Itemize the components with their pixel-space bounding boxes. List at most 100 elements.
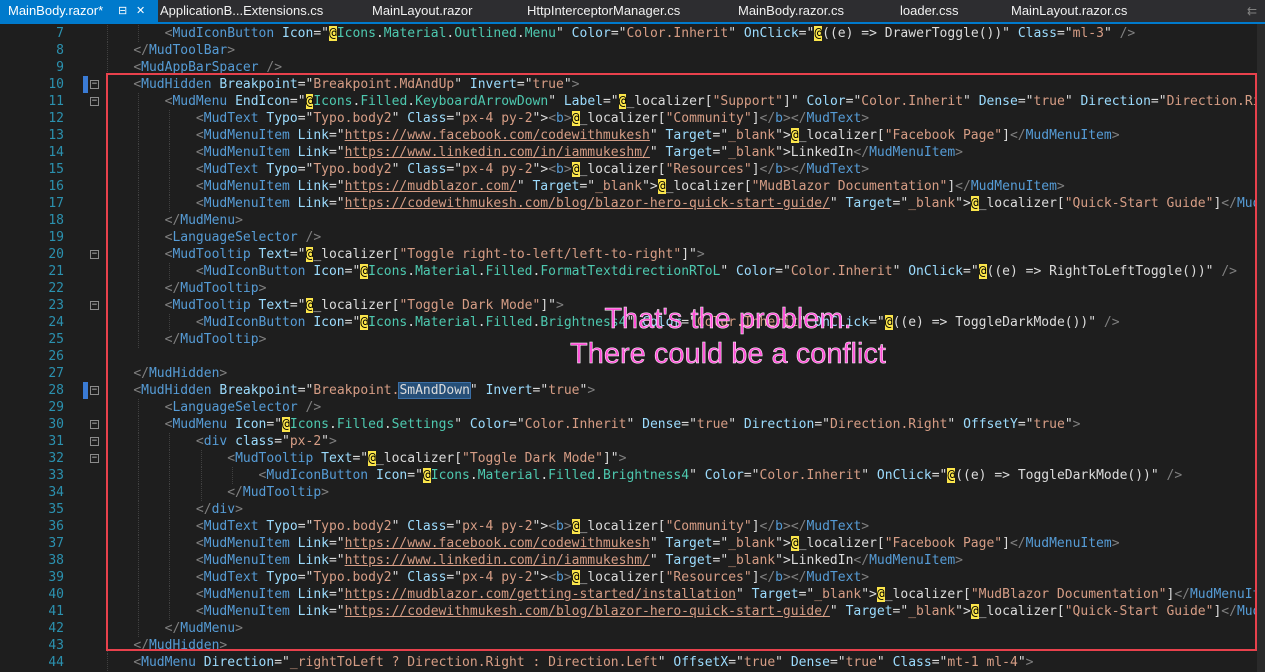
pin-icon[interactable]: ⊟ bbox=[118, 0, 127, 22]
tab-4[interactable]: MainBody.razor.cs bbox=[738, 0, 844, 22]
tab-0[interactable]: MainBody.razor* ⊟ ✕ bbox=[0, 0, 158, 22]
collapse-icon[interactable]: − bbox=[90, 454, 99, 463]
line-number: 29 bbox=[48, 400, 64, 415]
tab-6[interactable]: MainLayout.razor.cs bbox=[1011, 0, 1127, 22]
code-line[interactable]: 21 <MudIconButton Icon="@Icons.Material.… bbox=[0, 263, 1265, 280]
line-number: 27 bbox=[48, 366, 64, 381]
code-line[interactable]: 8 </MudToolBar> bbox=[0, 42, 1265, 59]
code-text: <MudIconButton Icon="@Icons.Material.Out… bbox=[164, 26, 1136, 41]
code-text: <MudMenuItem Link="https://www.linkedin.… bbox=[195, 145, 963, 160]
code-line[interactable]: 30 − <MudMenu Icon="@Icons.Filled.Setting… bbox=[0, 416, 1265, 433]
collapse-icon[interactable]: − bbox=[90, 437, 99, 446]
document-tab-bar: MainBody.razor* ⊟ ✕ ApplicationB...Extensio… bbox=[0, 0, 1265, 24]
collapse-icon[interactable]: − bbox=[90, 420, 99, 429]
code-line[interactable]: 37 <MudMenuItem Link="https://www.facebo… bbox=[0, 535, 1265, 552]
tab-5[interactable]: loader.css bbox=[900, 0, 959, 22]
code-line[interactable]: 31 − <div class="px-2"> bbox=[0, 433, 1265, 450]
code-text: <MudMenuItem Link="https://codewithmukes… bbox=[195, 196, 1265, 211]
code-line[interactable]: 29 <LanguageSelector /> bbox=[0, 399, 1265, 416]
tab-label: loader.css bbox=[900, 3, 959, 18]
code-text: <div class="px-2"> bbox=[195, 434, 337, 449]
code-line[interactable]: 18 </MudMenu> bbox=[0, 212, 1265, 229]
code-text: <MudMenuItem Link="https://www.linkedin.… bbox=[195, 553, 963, 568]
line-number: 14 bbox=[48, 145, 64, 160]
line-number: 39 bbox=[48, 570, 64, 585]
line-number: 22 bbox=[48, 281, 64, 296]
code-line[interactable]: 13 <MudMenuItem Link="https://www.facebo… bbox=[0, 127, 1265, 144]
line-number: 38 bbox=[48, 553, 64, 568]
annotation-line-2: There could be a conflict bbox=[570, 338, 886, 371]
code-line[interactable]: 42 </MudMenu> bbox=[0, 620, 1265, 637]
code-line[interactable]: 34 </MudTooltip> bbox=[0, 484, 1265, 501]
code-line[interactable]: 20 − <MudTooltip Text="@_localizer["Toggl… bbox=[0, 246, 1265, 263]
line-number: 15 bbox=[48, 162, 64, 177]
code-text: <MudText Typo="Typo.body2" Class="px-4 p… bbox=[195, 111, 870, 126]
code-text: <MudMenuItem Link="https://mudblazor.com… bbox=[195, 587, 1265, 602]
code-line[interactable]: 14 <MudMenuItem Link="https://www.linked… bbox=[0, 144, 1265, 161]
code-text: <MudText Typo="Typo.body2" Class="px-4 p… bbox=[195, 162, 870, 177]
collapse-icon[interactable]: − bbox=[90, 250, 99, 259]
code-line[interactable]: 7 <MudIconButton Icon="@Icons.Material.O… bbox=[0, 25, 1265, 42]
collapse-icon[interactable]: − bbox=[90, 80, 99, 89]
tab-label: MainBody.razor.cs bbox=[738, 3, 844, 18]
annotation-line-1: That's the problem. bbox=[604, 303, 852, 336]
code-line[interactable]: 32 − <MudTooltip Text="@_localizer["Toggl… bbox=[0, 450, 1265, 467]
line-number: 40 bbox=[48, 587, 64, 602]
code-line[interactable]: 36 <MudText Typo="Typo.body2" Class="px-… bbox=[0, 518, 1265, 535]
code-line[interactable]: 11 − <MudMenu EndIcon="@Icons.Filled.Keyb… bbox=[0, 93, 1265, 110]
code-line[interactable]: 41 <MudMenuItem Link="https://codewithmu… bbox=[0, 603, 1265, 620]
collapse-icon[interactable]: − bbox=[90, 301, 99, 310]
code-text: <MudTooltip Text="@_localizer["Toggle Da… bbox=[227, 451, 627, 466]
code-line[interactable]: 39 <MudText Typo="Typo.body2" Class="px-… bbox=[0, 569, 1265, 586]
vertical-scrollbar[interactable] bbox=[1257, 24, 1265, 672]
code-line[interactable]: 17 <MudMenuItem Link="https://codewithmu… bbox=[0, 195, 1265, 212]
code-text: <MudHidden Breakpoint="Breakpoint.SmAndD… bbox=[133, 382, 596, 399]
code-line[interactable]: 28 − <MudHidden Breakpoint="Breakpoint.Sm… bbox=[0, 382, 1265, 399]
tab-label: MainLayout.razor.cs bbox=[1011, 3, 1128, 18]
change-marker bbox=[83, 76, 88, 93]
collapse-icon[interactable]: − bbox=[90, 386, 99, 395]
code-line[interactable]: 35 </div> bbox=[0, 501, 1265, 518]
tab-2[interactable]: MainLayout.razor bbox=[372, 0, 472, 22]
tab-3[interactable]: HttpInterceptorManager.cs bbox=[527, 0, 680, 22]
code-line[interactable]: 44 <MudMenu Direction="_rightToLeft ? Di… bbox=[0, 654, 1265, 671]
code-line[interactable]: 22 </MudTooltip> bbox=[0, 280, 1265, 297]
code-line[interactable]: 40 <MudMenuItem Link="https://mudblazor.… bbox=[0, 586, 1265, 603]
code-text: </MudMenu> bbox=[164, 621, 243, 636]
line-number: 7 bbox=[56, 26, 64, 41]
close-icon[interactable]: ✕ bbox=[136, 0, 145, 22]
line-number: 16 bbox=[48, 179, 64, 194]
code-text: <MudMenuItem Link="https://mudblazor.com… bbox=[195, 179, 1065, 194]
tab-overflow-icon[interactable]: ⇇ bbox=[1247, 0, 1257, 22]
collapse-icon[interactable]: − bbox=[90, 97, 99, 106]
line-number: 34 bbox=[48, 485, 64, 500]
code-line[interactable]: 16 <MudMenuItem Link="https://mudblazor.… bbox=[0, 178, 1265, 195]
line-number: 36 bbox=[48, 519, 64, 534]
line-number: 23 bbox=[48, 298, 64, 313]
code-line[interactable]: 15 <MudText Typo="Typo.body2" Class="px-… bbox=[0, 161, 1265, 178]
line-number: 12 bbox=[48, 111, 64, 126]
line-number: 11 bbox=[48, 94, 64, 109]
line-number: 26 bbox=[48, 349, 64, 364]
code-line[interactable]: 12 <MudText Typo="Typo.body2" Class="px-… bbox=[0, 110, 1265, 127]
code-line[interactable]: 33 <MudIconButton Icon="@Icons.Material.… bbox=[0, 467, 1265, 484]
code-text: <MudMenuItem Link="https://codewithmukes… bbox=[195, 604, 1265, 619]
code-line[interactable]: 43 </MudHidden> bbox=[0, 637, 1265, 654]
tab-label: ApplicationB...Extensions.cs bbox=[160, 3, 324, 18]
code-line[interactable]: 19 <LanguageSelector /> bbox=[0, 229, 1265, 246]
line-number: 21 bbox=[48, 264, 64, 279]
code-text: </MudTooltip> bbox=[164, 281, 267, 296]
code-line[interactable]: 10 − <MudHidden Breakpoint="Breakpoint.Md… bbox=[0, 76, 1265, 93]
line-number: 31 bbox=[48, 434, 64, 449]
tab-1[interactable]: ApplicationB...Extensions.cs bbox=[160, 0, 323, 22]
line-number: 37 bbox=[48, 536, 64, 551]
tab-label: HttpInterceptorManager.cs bbox=[527, 3, 681, 18]
line-number: 43 bbox=[48, 638, 64, 653]
code-text: <MudAppBarSpacer /> bbox=[133, 60, 283, 75]
line-number: 24 bbox=[48, 315, 64, 330]
code-line[interactable]: 9 <MudAppBarSpacer /> bbox=[0, 59, 1265, 76]
code-text: <MudMenuItem Link="https://www.facebook.… bbox=[195, 128, 1120, 143]
code-text: </MudMenu> bbox=[164, 213, 243, 228]
code-line[interactable]: 38 <MudMenuItem Link="https://www.linked… bbox=[0, 552, 1265, 569]
line-number: 10 bbox=[48, 77, 64, 92]
